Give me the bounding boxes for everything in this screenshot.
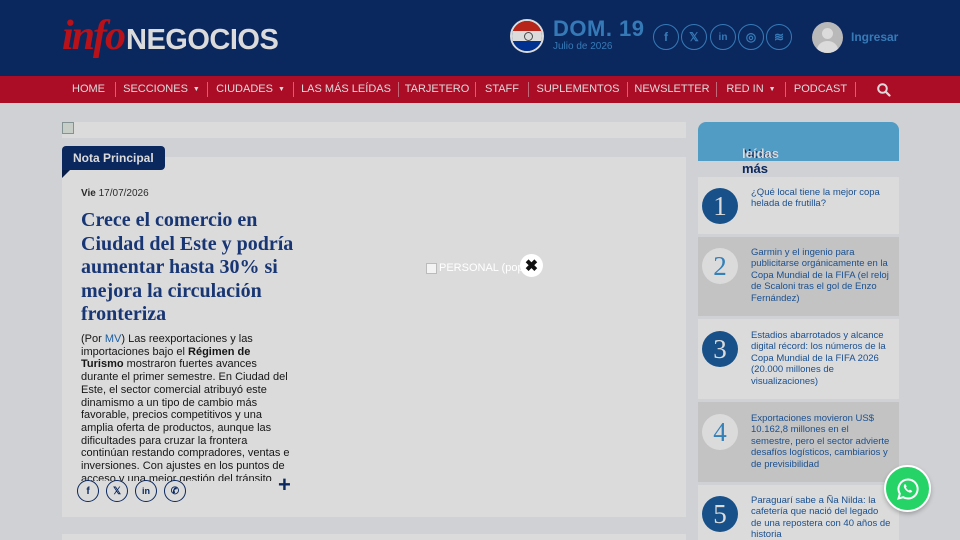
broken-image-icon: [426, 262, 437, 274]
whatsapp-icon: [896, 477, 919, 500]
whatsapp-chat-button[interactable]: [884, 465, 931, 512]
popup-ad-image[interactable]: PERSONAL (pop: [426, 262, 524, 274]
close-icon[interactable]: ✖: [520, 254, 543, 277]
